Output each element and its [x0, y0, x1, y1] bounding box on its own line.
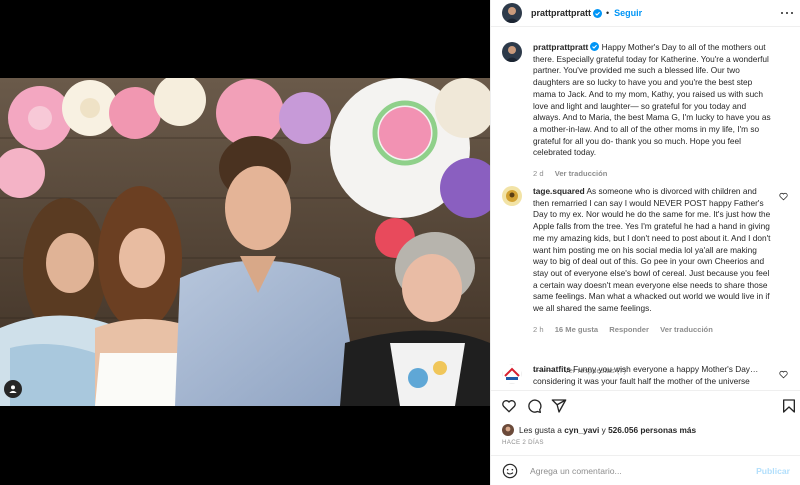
- caption-translate-link[interactable]: Ver traducción: [555, 169, 608, 178]
- comment-icon[interactable]: [526, 398, 542, 414]
- post-photo[interactable]: [0, 78, 490, 406]
- likes-summary: Les gusta a cyn_yavi y 526.056 personas …: [502, 424, 696, 436]
- comment-age: 2 h: [533, 324, 544, 334]
- more-icon[interactable]: [781, 8, 793, 18]
- save-icon[interactable]: [781, 398, 797, 414]
- caption-meta: 2 d Ver traducción: [533, 168, 773, 180]
- comment-item: trainatfits Funny you wish everyone a ha…: [502, 364, 792, 390]
- heart-icon[interactable]: [779, 192, 788, 201]
- heart-icon[interactable]: [501, 398, 517, 414]
- liker-username[interactable]: cyn_yavi: [564, 425, 599, 435]
- publish-button[interactable]: Publicar: [756, 466, 790, 476]
- comment-body: tage.squared As someone who is divorced …: [533, 186, 773, 335]
- verified-icon: [593, 8, 602, 18]
- comment-input[interactable]: [530, 465, 757, 476]
- commenter-avatar[interactable]: [502, 364, 522, 384]
- caption-avatar[interactable]: [502, 42, 522, 62]
- caption-text: Happy Mother's Day to all of the mothers…: [533, 42, 771, 158]
- author-username[interactable]: prattprattpratt: [531, 8, 591, 18]
- action-bar: [491, 390, 800, 422]
- liker-avatar[interactable]: [502, 424, 514, 436]
- comment-composer: Publicar: [491, 455, 800, 485]
- comment-username[interactable]: tage.squared: [533, 186, 585, 196]
- comment-body: trainatfits Funny you wish everyone a ha…: [533, 364, 773, 387]
- author-avatar[interactable]: [502, 3, 522, 23]
- user-tag-icon[interactable]: [4, 380, 22, 398]
- separator-dot: •: [606, 8, 610, 18]
- likes-prefix: Les gusta a: [519, 425, 562, 435]
- emoji-icon[interactable]: [502, 463, 518, 479]
- caption-age: 2 d: [533, 169, 544, 179]
- post-header: prattprattpratt • Seguir: [491, 0, 800, 27]
- likes-others[interactable]: 526.056 personas más: [608, 425, 696, 435]
- comment-username[interactable]: trainatfits: [533, 364, 571, 374]
- comment-likes[interactable]: 16 Me gusta: [555, 325, 598, 334]
- comment-item: tage.squared As someone who is divorced …: [502, 186, 792, 362]
- share-icon[interactable]: [551, 398, 567, 414]
- post-caption: prattprattpratt Happy Mother's Day to al…: [502, 42, 792, 182]
- comment-meta: 2 h 16 Me gusta Responder Ver traducción: [533, 324, 773, 336]
- post-panel: prattprattpratt • Seguir prattprattpratt…: [490, 0, 800, 485]
- verified-icon: [590, 42, 600, 51]
- comments-list: prattprattpratt Happy Mother's Day to al…: [491, 28, 800, 390]
- comment-text: As someone who is divorced with children…: [533, 186, 771, 314]
- heart-icon[interactable]: [779, 370, 788, 379]
- commenter-avatar[interactable]: [502, 186, 522, 206]
- caption-body: prattprattpratt Happy Mother's Day to al…: [533, 42, 773, 180]
- caption-username[interactable]: prattprattpratt: [533, 42, 588, 52]
- comment-translate-link[interactable]: Ver traducción: [660, 325, 713, 334]
- post-media: [0, 0, 490, 485]
- likes-joiner: y: [601, 425, 606, 435]
- follow-button[interactable]: Seguir: [614, 8, 642, 18]
- post-timestamp: HACE 2 DÍAS: [502, 439, 544, 446]
- reply-button[interactable]: Responder: [609, 325, 649, 334]
